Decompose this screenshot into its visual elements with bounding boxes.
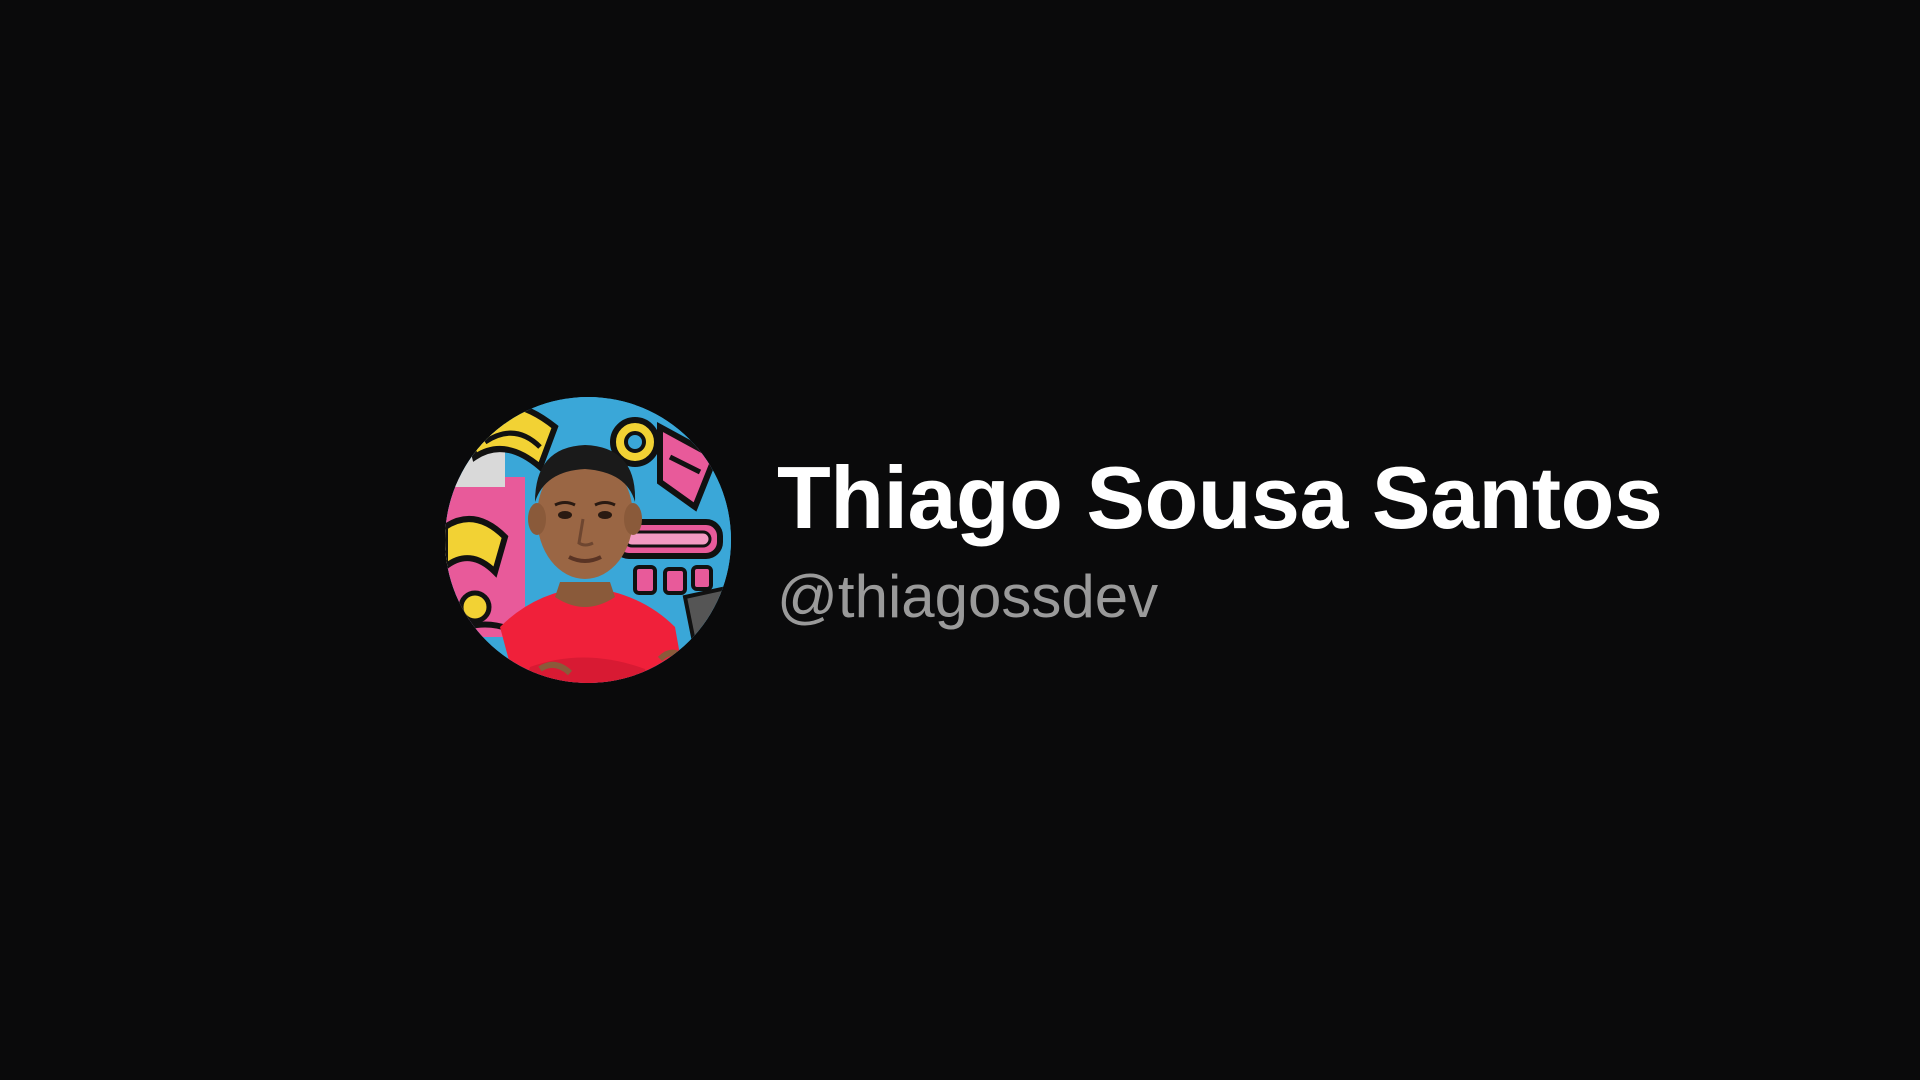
page-background: Thiago Sousa Santos @thiagossdev (0, 0, 1920, 1080)
profile-handle: @thiagossdev (777, 563, 1159, 630)
identity-block: Thiago Sousa Santos @thiagossdev (777, 448, 1663, 632)
avatar (445, 397, 731, 683)
profile-name: Thiago Sousa Santos (777, 448, 1663, 547)
avatar-image (445, 397, 731, 683)
profile-card: Thiago Sousa Santos @thiagossdev (445, 397, 1663, 683)
